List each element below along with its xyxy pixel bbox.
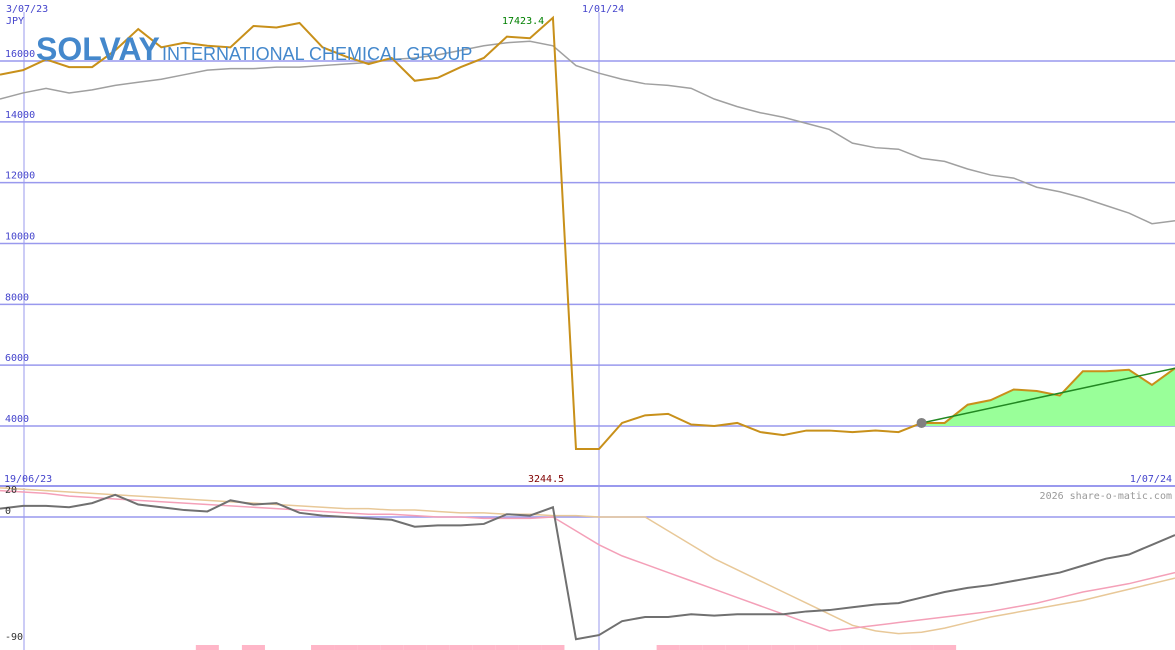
brand-logo: SOLVAY bbox=[36, 31, 160, 67]
volume-bar bbox=[771, 645, 795, 650]
volume-bar bbox=[334, 645, 358, 650]
price-ytick-label: 8000 bbox=[5, 292, 29, 303]
volume-bar bbox=[311, 645, 335, 650]
volume-bar bbox=[933, 645, 957, 650]
oscillator-pink-line bbox=[0, 489, 1175, 632]
trend-start-marker bbox=[916, 417, 927, 428]
mid-date-label: 1/01/24 bbox=[582, 4, 624, 15]
volume-bar bbox=[725, 645, 749, 650]
volume-bar bbox=[472, 645, 496, 650]
osc-ytick-label: 0 bbox=[5, 506, 11, 517]
volume-bar bbox=[449, 645, 473, 650]
osc-ytick-label: 20 bbox=[5, 485, 17, 496]
volume-bar bbox=[863, 645, 888, 650]
volume-bar bbox=[702, 645, 726, 650]
volume-bar bbox=[910, 645, 934, 650]
chart-labels: 4000 6000 8000 10000 12000 14000 16000 3/07/23 1… bbox=[4, 4, 1172, 643]
volume-bar bbox=[426, 645, 450, 650]
start-date-label: 3/07/23 bbox=[6, 4, 48, 15]
volume-bar bbox=[380, 645, 404, 650]
oscillator-grid bbox=[0, 488, 1175, 650]
price-line bbox=[0, 15, 1175, 450]
chart-canvas: 4000 6000 8000 10000 12000 14000 16000 3/07/23 1… bbox=[0, 4, 1175, 650]
volume-bar bbox=[518, 645, 542, 650]
oscillator-series-group bbox=[0, 487, 1175, 641]
volume-bar bbox=[541, 645, 565, 650]
price-ytick-label: 4000 bbox=[5, 414, 29, 425]
share-chart: 4000 6000 8000 10000 12000 14000 16000 3/07/23 1… bbox=[0, 0, 1175, 650]
price-ytick-label: 16000 bbox=[5, 49, 35, 60]
low-value-label: 3244.5 bbox=[528, 474, 564, 485]
moving-average-line bbox=[0, 40, 1175, 225]
copyright-notice: 2026 share-o-matic.com bbox=[1040, 491, 1172, 502]
volume-bar bbox=[357, 645, 381, 650]
osc-ytick-label: -90 bbox=[5, 632, 23, 643]
volume-bar bbox=[748, 645, 772, 650]
brand-subtitle: INTERNATIONAL CHEMICAL GROUP bbox=[162, 44, 472, 64]
volume-bar bbox=[403, 645, 427, 650]
volume-bar bbox=[817, 645, 841, 650]
volume-bar bbox=[887, 645, 911, 650]
volume-bar bbox=[794, 645, 818, 650]
osc-start-date-label: 19/06/23 bbox=[4, 474, 52, 485]
osc-end-date-label: 1/07/24 bbox=[1130, 474, 1172, 485]
volume-bar bbox=[241, 645, 265, 650]
volume-bar bbox=[195, 645, 219, 650]
price-ytick-label: 12000 bbox=[5, 171, 35, 182]
volume-bar bbox=[679, 645, 703, 650]
price-ytick-label: 14000 bbox=[5, 110, 35, 121]
volume-bar bbox=[656, 645, 680, 650]
price-ytick-label: 6000 bbox=[5, 353, 29, 364]
price-series-group bbox=[0, 15, 1175, 450]
volume-bars bbox=[195, 645, 957, 650]
high-value-label: 17423.4 bbox=[502, 16, 544, 27]
volume-bar bbox=[840, 645, 864, 650]
currency-unit-label: JPY bbox=[6, 16, 24, 27]
price-grid bbox=[0, 12, 1175, 650]
volume-bar bbox=[495, 645, 519, 650]
price-ytick-label: 10000 bbox=[5, 232, 35, 243]
